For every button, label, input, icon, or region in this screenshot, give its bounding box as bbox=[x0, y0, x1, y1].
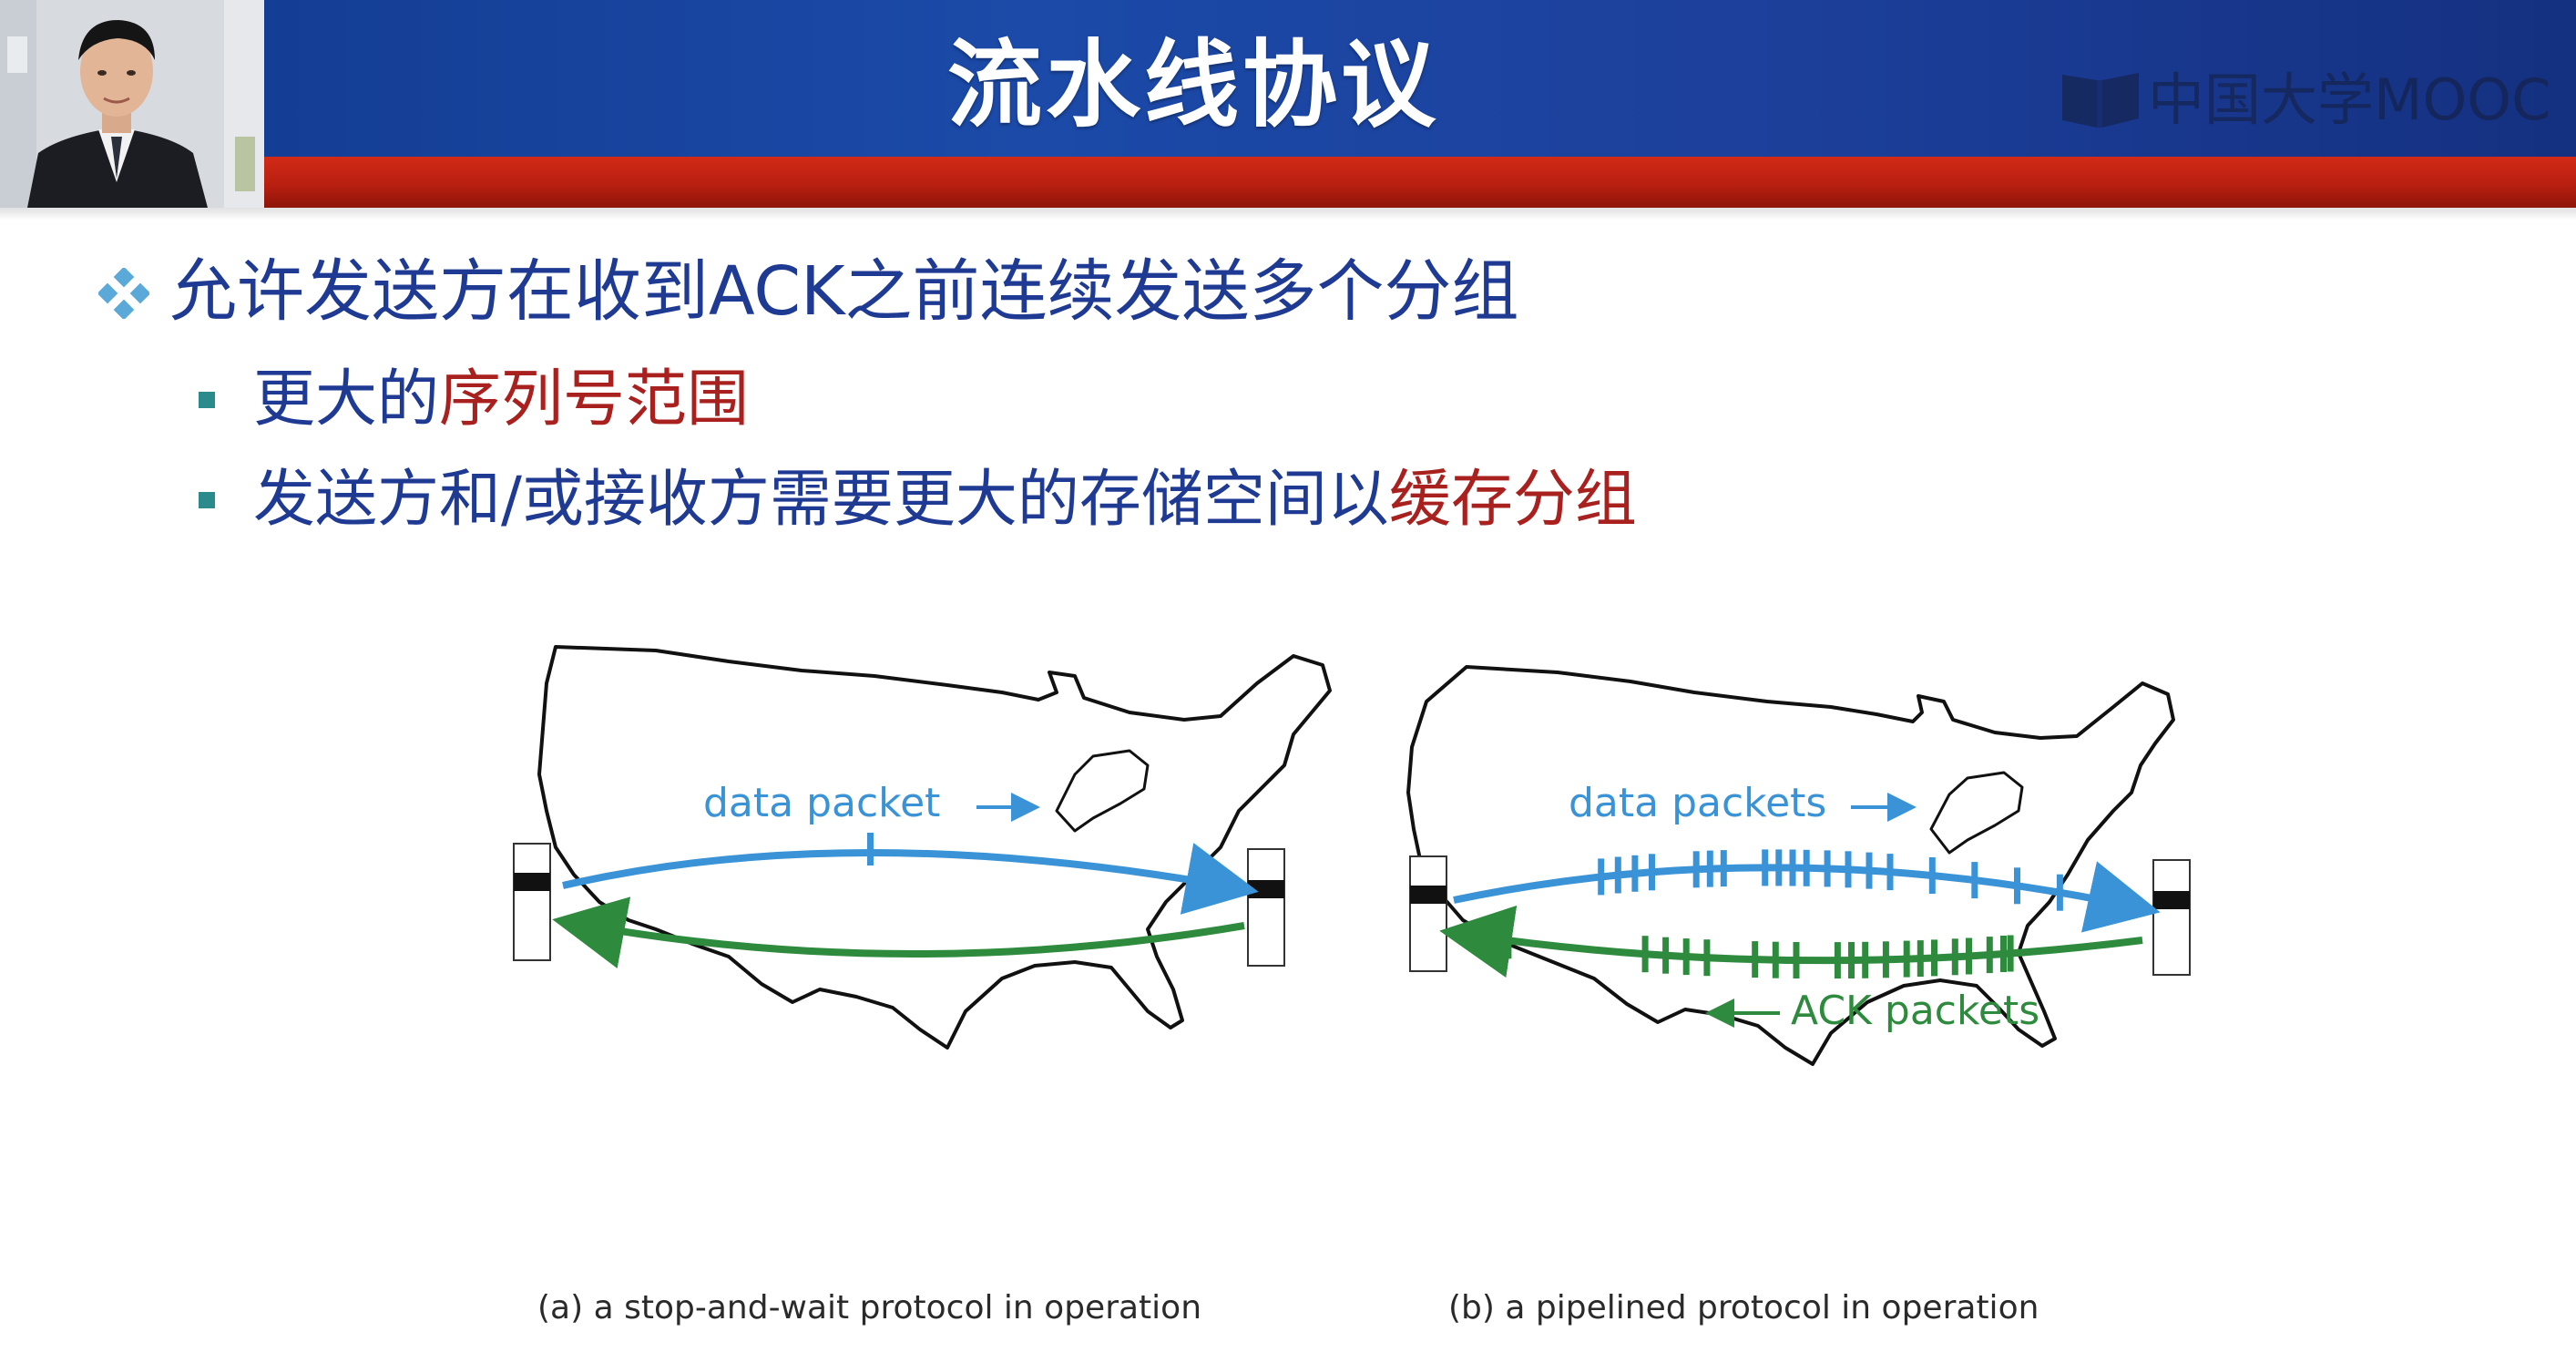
data-packet-mark bbox=[867, 833, 874, 865]
protocol-figure: data packet data packets ACK packets bbox=[492, 629, 2277, 1339]
ack-packets-label: ACK packets bbox=[1791, 988, 2039, 1034]
data-packet-mark bbox=[1971, 862, 1978, 899]
caption-pipelined: (b) a pipelined protocol in operation bbox=[1448, 1289, 2039, 1326]
data-packet-mark bbox=[1789, 849, 1796, 886]
header-shadow bbox=[0, 208, 2576, 220]
data-packet-mark bbox=[1775, 849, 1783, 886]
bullet-sub-1: 更大的序列号范围 bbox=[253, 357, 749, 443]
ack-packet-mark bbox=[1966, 937, 1972, 975]
book-icon bbox=[2062, 73, 2139, 128]
mooc-logo: 中国大学MOOC bbox=[2057, 62, 2550, 135]
data-packets-label: data packets bbox=[1569, 780, 1826, 826]
ack-packet-mark bbox=[1834, 942, 1841, 979]
bullet-sub-1-text: 更大的 bbox=[253, 364, 440, 435]
square-bullet-icon bbox=[199, 392, 215, 408]
caption-stop-and-wait: (a) a stop-and-wait protocol in operatio… bbox=[537, 1289, 1202, 1326]
ack-packet-mark bbox=[2007, 935, 2014, 972]
sender-host-right bbox=[1409, 855, 1447, 972]
ack-packet-mark bbox=[1703, 939, 1711, 977]
data-packet-mark bbox=[1845, 851, 1852, 888]
data-packet-mark bbox=[1866, 852, 1873, 889]
mooc-logo-text: 中国大学MOOC bbox=[2148, 67, 2551, 133]
data-packet-mark bbox=[1706, 850, 1713, 887]
diamond-bullet-icon bbox=[98, 268, 149, 319]
data-packet-mark bbox=[2014, 867, 2020, 905]
ack-packet-mark bbox=[2000, 936, 2007, 972]
data-packet-mark bbox=[1803, 849, 1810, 886]
sender-host-left bbox=[513, 843, 551, 961]
data-packet-mark bbox=[1824, 850, 1831, 887]
data-packet-mark bbox=[1631, 855, 1639, 892]
ack-packet-mark bbox=[1931, 939, 1937, 977]
bullet-main-text-1: 允许发送方在收到 bbox=[169, 252, 709, 331]
data-packet-mark bbox=[1762, 849, 1769, 886]
ack-packet-mark bbox=[1752, 941, 1759, 978]
protocol-diagram: data packet data packets ACK packets bbox=[513, 645, 2191, 1066]
bullet-main-text-2: 之前连续发送多个分组 bbox=[844, 252, 1519, 331]
us-map-left bbox=[537, 645, 1332, 1050]
bullet-sub-2-highlight: 缓存分组 bbox=[1388, 464, 1637, 536]
data-packet-mark bbox=[1720, 850, 1727, 887]
data-packet-mark bbox=[1886, 854, 1894, 891]
ack-packet-mark bbox=[1848, 942, 1855, 978]
bullet-sub-2-text: 发送方和/或接收方需要更大的存储空间以 bbox=[253, 464, 1389, 536]
ack-packet-mark bbox=[1484, 919, 1491, 957]
bullet-main: 允许发送方在收到ACK之前连续发送多个分组 bbox=[169, 246, 1519, 337]
header-red-band bbox=[0, 157, 2576, 208]
ack-packet-mark bbox=[1682, 938, 1690, 976]
ack-packet-mark bbox=[1641, 936, 1649, 973]
ack-packet-mark bbox=[1951, 938, 1958, 976]
bullet-sub-1-highlight: 序列号范围 bbox=[439, 364, 750, 435]
receiver-host-left bbox=[1247, 848, 1285, 967]
ack-packet-mark bbox=[1793, 942, 1800, 978]
data-packet-mark bbox=[1614, 856, 1621, 894]
bullet-main-ack: ACK bbox=[709, 252, 845, 331]
ack-packet-mark bbox=[1903, 940, 1910, 978]
ack-packet-mark bbox=[1772, 941, 1779, 978]
data-packet-mark bbox=[1598, 858, 1605, 896]
ack-packet-mark bbox=[1662, 937, 1670, 974]
receiver-host-right bbox=[2152, 859, 2191, 976]
data-packet-mark bbox=[2056, 874, 2063, 911]
bullet-sub-2: 发送方和/或接收方需要更大的存储空间以缓存分组 bbox=[253, 457, 1637, 543]
square-bullet-icon bbox=[199, 492, 215, 508]
data-packet-mark bbox=[1649, 854, 1655, 891]
data-packet-label: data packet bbox=[703, 780, 940, 826]
slide-title: 流水线协议 bbox=[947, 29, 1440, 140]
ack-packet-mark bbox=[1882, 941, 1889, 978]
presenter-image bbox=[0, 0, 264, 208]
ack-packet-mark bbox=[1505, 922, 1512, 959]
webcam-video bbox=[0, 0, 264, 208]
data-packet-mark bbox=[1928, 857, 1936, 894]
ack-packet-mark bbox=[1986, 937, 1993, 974]
ack-packet-mark bbox=[1917, 940, 1924, 978]
data-packet-mark bbox=[1692, 851, 1700, 888]
ack-packet-mark bbox=[1862, 941, 1869, 978]
